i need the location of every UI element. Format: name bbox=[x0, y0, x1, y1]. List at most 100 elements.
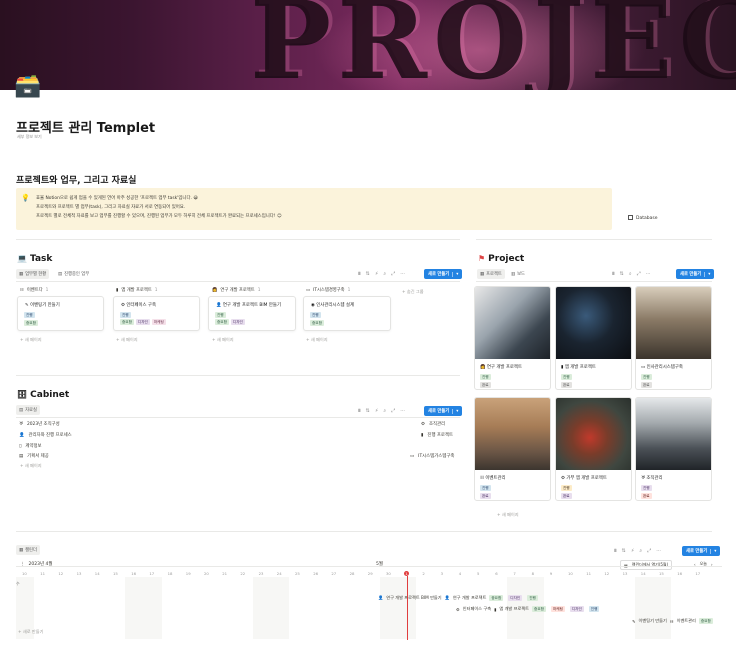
tag: 마케팅 bbox=[151, 319, 166, 325]
add-page-link[interactable]: + 새로 만들기 bbox=[18, 629, 43, 635]
task-card[interactable]: ⚙ 인터페이스 구축 진행 중요함 디자인 마케팅 bbox=[113, 296, 200, 331]
card-tags: 진행 중요함 디자인 마케팅 bbox=[120, 311, 198, 325]
today-line bbox=[407, 576, 409, 640]
add-page-link[interactable]: + 새 페이지 bbox=[306, 337, 328, 343]
more-icon[interactable]: ⋯ bbox=[400, 408, 405, 414]
cabinet-page-icon: 🗃️ bbox=[14, 74, 42, 99]
tab-calendar[interactable]: ▦ 캘린더 bbox=[16, 545, 40, 555]
cabinet-title: 🗄 Cabinet bbox=[17, 390, 70, 400]
tab-cabinet[interactable]: ▤ 자료실 bbox=[16, 405, 40, 415]
relation-link[interactable]: ▮ 진행 프로젝트 bbox=[421, 432, 453, 439]
task-card[interactable]: 👤 연구 개발 프로젝트 BIM 만들기 진행 중요함 디자인 bbox=[208, 296, 296, 331]
timeline-item[interactable]: ⚙ 인터페이스 구축 ▮ 앱 개발 프로젝트 중요함 마케팅 디자인 진행 bbox=[456, 605, 601, 613]
card-tags: 진행 중요함 bbox=[310, 311, 330, 326]
more-icon[interactable]: ⋯ bbox=[656, 548, 661, 554]
card-tags: 진행 완료 bbox=[561, 485, 572, 499]
add-page-link[interactable]: + 새 페이지 bbox=[116, 337, 138, 343]
database-link[interactable]: Database bbox=[628, 215, 657, 221]
timeline-day-label: 14 bbox=[94, 571, 100, 576]
automation-icon[interactable]: ⚡ bbox=[375, 271, 379, 277]
add-page-link[interactable]: + 새 페이지 bbox=[20, 337, 42, 343]
document-icon: ▯ bbox=[19, 443, 22, 449]
tab-project-gallery[interactable]: ▦ 프로젝트 bbox=[477, 269, 505, 279]
list-item[interactable]: ▤ 기획서 제공 bbox=[19, 453, 49, 460]
list-item[interactable]: 👤 관리자와 진행 프로세스 bbox=[19, 432, 72, 439]
search-icon[interactable]: ⌕ bbox=[629, 271, 632, 277]
add-page-link[interactable]: + 새 페이지 bbox=[497, 512, 519, 518]
sort-icon[interactable]: ⇅ bbox=[620, 271, 624, 277]
gallery-card[interactable]: ⚙ 가부 앱 개발 프로젝트 진행 완료 bbox=[555, 397, 632, 501]
relation-link[interactable]: ⚙ 조직관리 bbox=[421, 421, 445, 428]
project-cover-image bbox=[475, 287, 550, 359]
card-tags: 진행 완료 bbox=[480, 485, 491, 499]
task-card[interactable]: ✎ 이벤팅기 만들기 진행 중요함 bbox=[17, 296, 104, 331]
board-column-header[interactable]: ▮ 앱 개발 프로젝트 1 bbox=[116, 287, 158, 294]
gallery-card[interactable]: ☷ 이벤트관리 진행 완료 bbox=[474, 397, 551, 501]
list-item[interactable]: ♅ 2023년 조직구성 bbox=[19, 421, 60, 428]
tab-task-inprogress[interactable]: ▤ 진행중인 업무 bbox=[58, 271, 89, 278]
timeline-item[interactable]: ✎ 이벤팅기 만들기 ☷ 이벤트관리 중요함 bbox=[632, 617, 715, 625]
more-icon[interactable]: ⋯ bbox=[646, 271, 651, 277]
filter-icon[interactable]: ⩩ bbox=[358, 408, 361, 414]
task-card[interactable]: ◉ 인사관리시스템 설계 진행 중요함 bbox=[303, 296, 391, 331]
filter-icon[interactable]: ⩩ bbox=[358, 271, 361, 277]
board-column-header[interactable]: ☷ 이벤트다 1 bbox=[20, 287, 48, 294]
gallery-card[interactable]: ▭ 인사관리시스템구축 진행 완료 bbox=[635, 286, 712, 390]
cabinet-toolbar: ⩩ ⇅ ⚡ ⌕ ⤢ ⋯ bbox=[358, 408, 405, 414]
section-heading: 프로젝트와 업무, 그리고 자료실 bbox=[16, 176, 137, 186]
sort-icon[interactable]: ⇅ bbox=[366, 271, 370, 277]
filter-icon[interactable]: ⩩ bbox=[612, 271, 615, 277]
list-item[interactable]: ▯ 계약정보 bbox=[19, 443, 42, 450]
timeline-day-label: 25 bbox=[295, 571, 300, 576]
search-icon[interactable]: ⌕ bbox=[639, 548, 642, 554]
board-column-header[interactable]: ▭ IT시스템경영구축 1 bbox=[306, 287, 350, 294]
tab-project-board[interactable]: ▥ 보드 bbox=[511, 271, 525, 278]
phone-icon: ▮ bbox=[561, 365, 564, 370]
timeline-day-label: 8 bbox=[531, 571, 535, 576]
sort-icon[interactable]: ⇅ bbox=[366, 408, 370, 414]
task-new-button[interactable]: 새로 만들기 ▾ bbox=[424, 269, 463, 279]
timeline-new-button[interactable]: 새로 만들기 ▾ bbox=[682, 546, 721, 556]
relation-link[interactable]: ▭ IT시스템가스템구축 bbox=[410, 453, 454, 460]
timeline-toolbar: ⩩ ⇅ ⚡ ⌕ ⤢ ⋯ bbox=[614, 548, 661, 554]
target-icon: ◉ bbox=[311, 303, 315, 308]
board-icon: ▥ bbox=[511, 271, 516, 277]
timeline-day-label: 3 bbox=[440, 571, 444, 576]
automation-icon[interactable]: ⚡ bbox=[375, 408, 379, 414]
expand-icon[interactable]: ⤢ bbox=[637, 271, 641, 277]
hidden-group-toggle[interactable]: + 숨긴 그룹 bbox=[402, 289, 424, 295]
card-title: 👩 연구 개발 프로젝트 bbox=[480, 365, 522, 370]
add-page-link[interactable]: + 새 페이지 bbox=[212, 337, 234, 343]
sort-icon[interactable]: ⇅ bbox=[622, 548, 626, 554]
more-icon[interactable]: ⋯ bbox=[400, 271, 405, 277]
timeline-day-label: 12 bbox=[58, 571, 64, 576]
search-icon[interactable]: ⌕ bbox=[383, 408, 386, 414]
tag: 중요함 bbox=[120, 319, 134, 325]
board-column-header[interactable]: 👩 연구 개발 프로젝트 1 bbox=[212, 287, 260, 294]
timeline-item[interactable]: 👤 연구 개발 프로젝트 BIM 만들기 👤 연구 개발 프로젝트 중요함 디자인 진행 bbox=[378, 594, 540, 602]
sheet-icon: ▤ bbox=[19, 453, 24, 459]
card-tags: 진행 완료 bbox=[641, 485, 652, 499]
page-subtitle[interactable]: 세부 정보 보기 bbox=[17, 134, 42, 140]
tab-task-status[interactable]: ▦ 업무별 현황 bbox=[16, 269, 50, 279]
automation-icon[interactable]: ⚡ bbox=[631, 548, 635, 554]
timeline-day-label: 10 bbox=[22, 571, 27, 576]
person-icon: 👤 bbox=[19, 432, 25, 438]
add-page-link[interactable]: + 새 페이지 bbox=[20, 463, 42, 469]
gallery-card[interactable]: 👩 연구 개발 프로젝트 진행 완료 bbox=[474, 286, 551, 390]
callout-box: 💡 효율 Notion으로 쉽게 업을 수 있게된 언어 아주 성공한 '프로젝… bbox=[16, 188, 612, 230]
expand-icon[interactable]: ⤢ bbox=[391, 271, 395, 277]
expand-icon[interactable]: ⤢ bbox=[391, 408, 395, 414]
project-new-button[interactable]: 새로 만들기 ▾ bbox=[676, 269, 715, 279]
gear-icon: ⚙ bbox=[456, 606, 460, 612]
timeline-day-label: 22 bbox=[240, 571, 246, 576]
filter-icon[interactable]: ⩩ bbox=[614, 548, 617, 554]
timeline-day-label: 24 bbox=[276, 571, 282, 576]
search-icon[interactable]: ⌕ bbox=[383, 271, 386, 277]
gallery-card[interactable]: ♅ 조직관리 진행 완료 bbox=[635, 397, 712, 501]
project-toolbar: ⩩ ⇅ ⌕ ⤢ ⋯ bbox=[612, 271, 651, 277]
gear-icon: ⚙ bbox=[561, 476, 565, 481]
cabinet-new-button[interactable]: 새로 만들기 ▾ bbox=[424, 406, 463, 416]
expand-icon[interactable]: ⤢ bbox=[647, 548, 651, 554]
gallery-card[interactable]: ▮ 앱 개발 프로젝트 진행 완료 bbox=[555, 286, 632, 390]
